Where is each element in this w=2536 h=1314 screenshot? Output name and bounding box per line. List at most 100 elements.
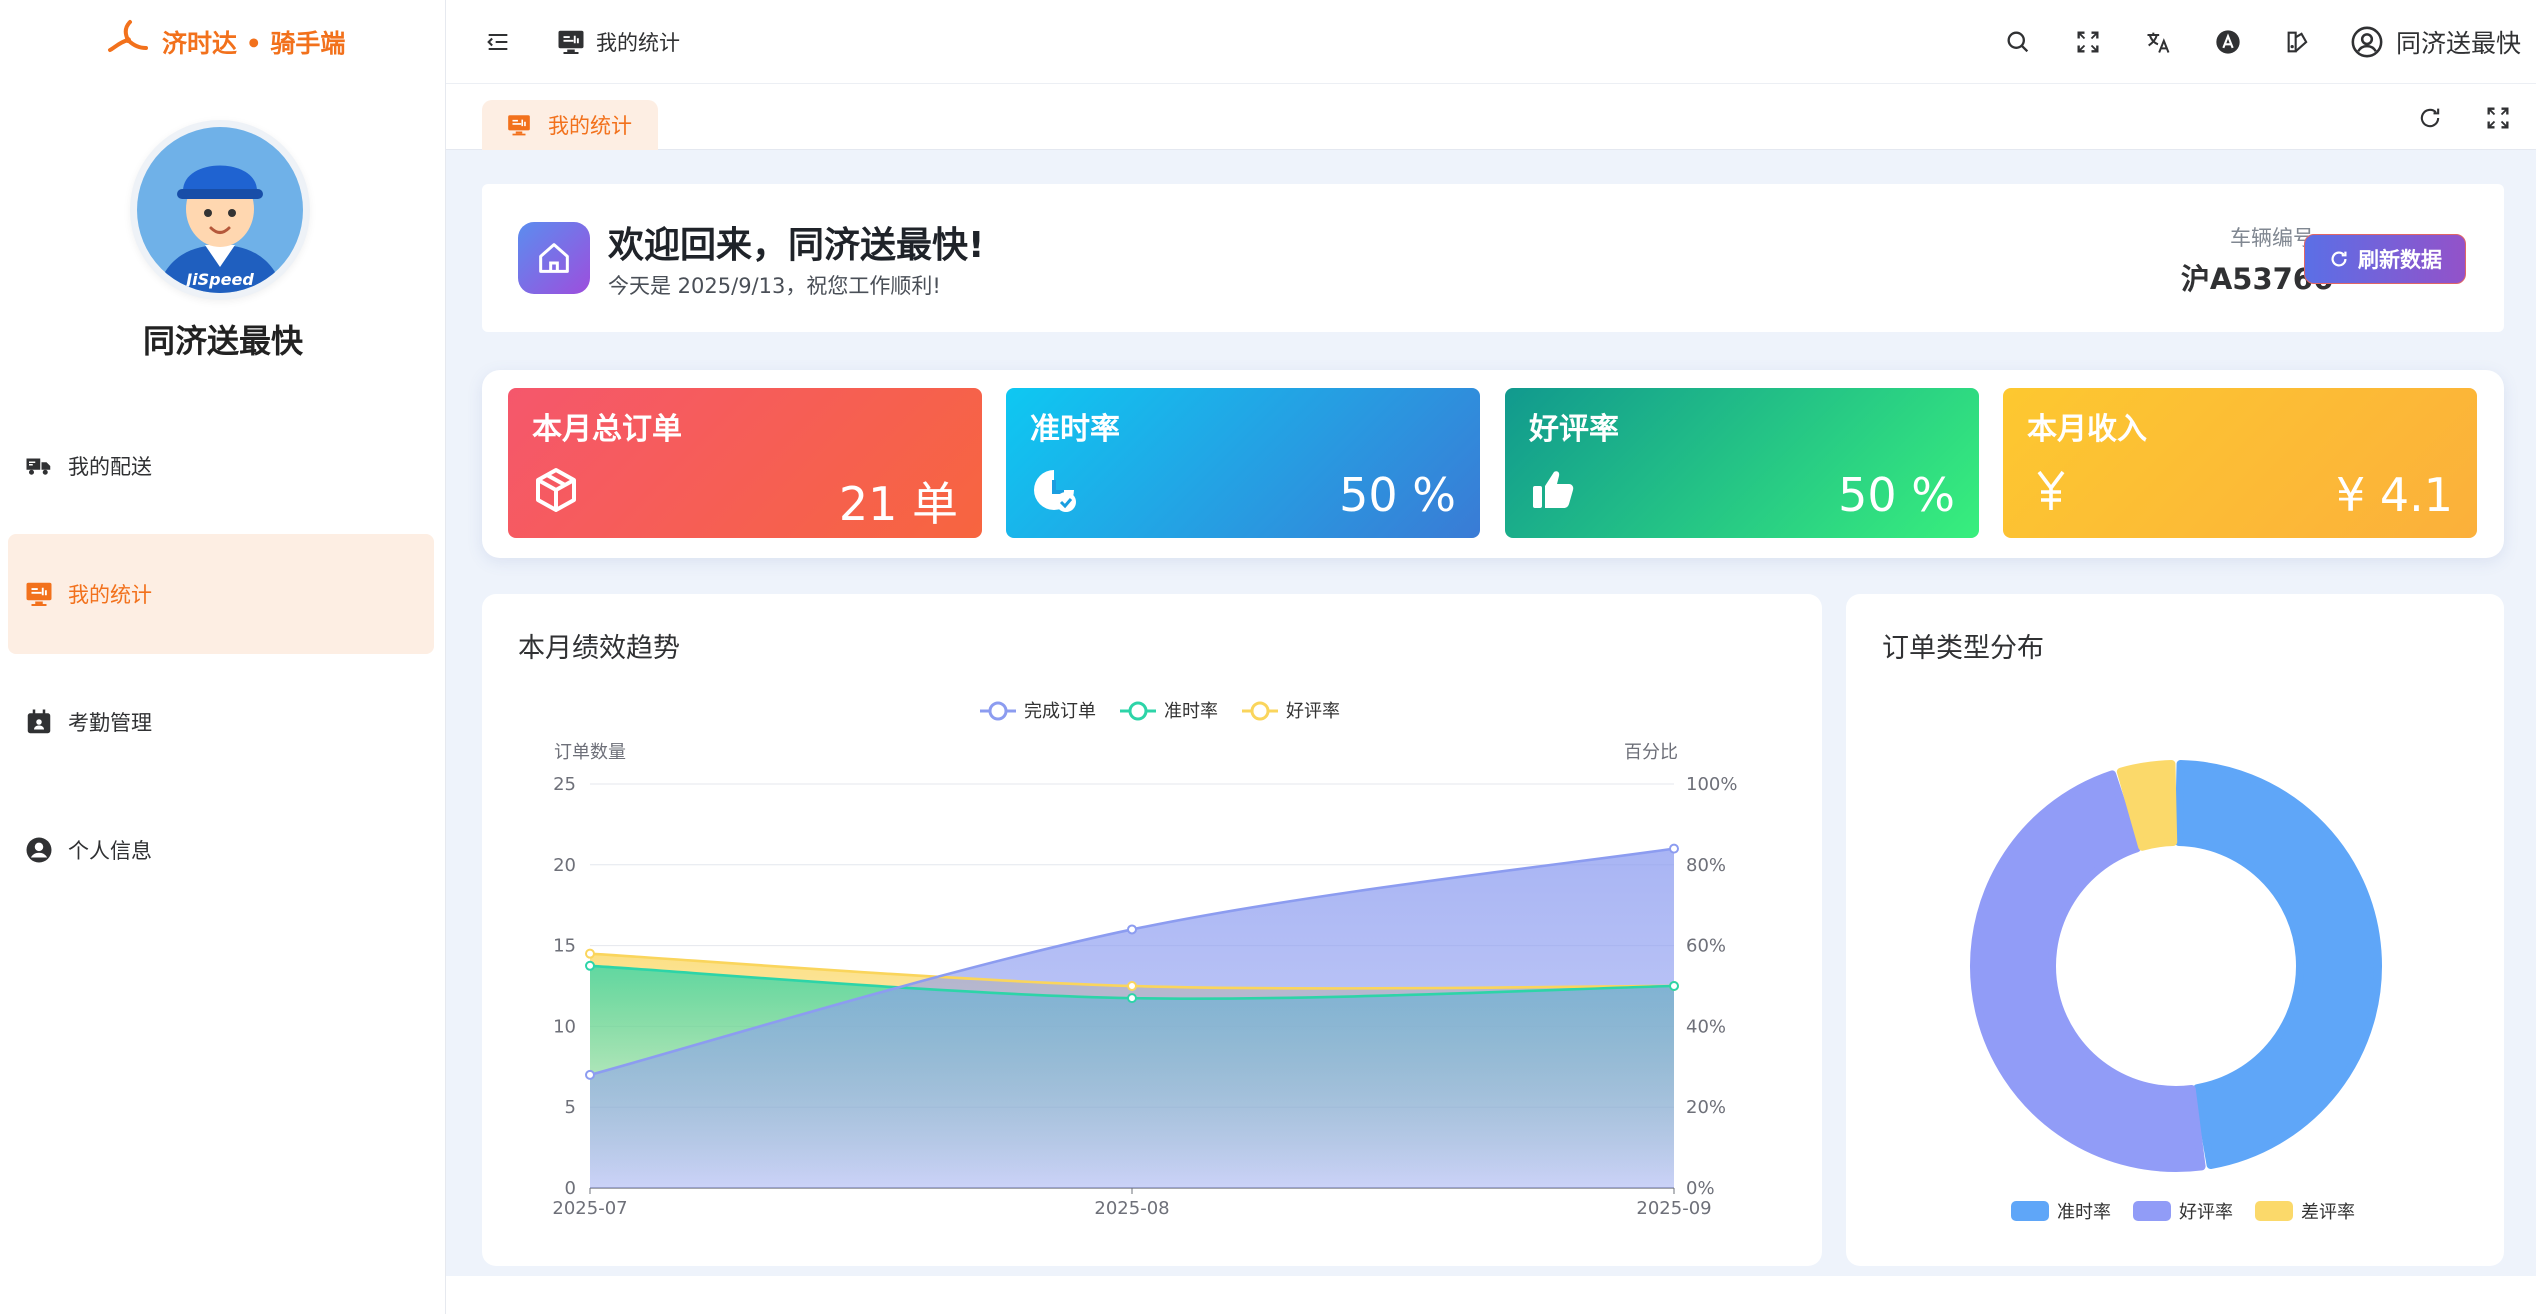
legend-marker [1128,701,1148,721]
user-circle-icon [2351,26,2383,58]
monitor-chart-icon [558,30,584,54]
y2-tick-label: 60% [1686,936,1726,957]
clock-check-icon [1034,470,1076,512]
stat-value: 50 % [1838,468,1955,522]
legend-label: 完成订单 [1024,701,1096,722]
sidebar-item-label: 我的配送 [68,455,152,479]
fullscreen-icon [2077,31,2099,53]
menu-fold-icon [487,33,508,51]
tab-fullscreen-button[interactable] [2480,100,2516,136]
translate-button[interactable] [2140,24,2176,60]
font-a-icon [2216,30,2240,54]
y2-tick-label: 40% [1686,1016,1726,1037]
theme-icon [2287,31,2308,53]
legend-item: 好评率 [2133,1201,2233,1223]
legend-item: 完成订单 [980,701,1096,722]
stat-value: ¥ 4.1 [2335,468,2453,522]
header-user-menu[interactable]: 同济送最快 [2350,22,2521,62]
y-tick-label: 25 [553,774,576,795]
sidebar: 济时达 • 骑手端 JiSpeed 同济送最快 我的配送 我的统计 考勤管理 个… [0,0,446,1314]
y2-tick-label: 100% [1686,774,1737,795]
legend-label: 好评率 [2179,1202,2233,1223]
brand-name: 济时达 • 骑手端 [162,29,346,58]
sidebar-item-label: 考勤管理 [68,711,152,735]
order-distribution-chart[interactable]: 准时率 好评率 差评率 [1846,594,2504,1266]
order-distribution-card: 订单类型分布 准时率 好评率 差评率 [1846,594,2504,1266]
sidebar-item-label: 我的统计 [68,583,152,607]
y-tick-label: 0 [565,1178,576,1199]
monitor-chart-icon [26,582,52,606]
breadcrumb[interactable]: 我的统计 [556,24,680,60]
x-tick-label: 2025-08 [1094,1198,1169,1219]
stat-card-orders[interactable]: 本月总订单 21 单 [508,388,982,538]
stat-label: 好评率 [1529,412,1619,447]
legend-label: 准时率 [2057,1202,2111,1223]
attendance-calendar-icon [27,709,51,734]
stats-panel: 本月总订单 21 单 准时率 50 % 好评率 50 % 本月收入 ¥ 4.1 [482,370,2504,558]
header-user-name: 同济送最快 [2396,29,2522,58]
stat-label: 本月收入 [2027,412,2147,447]
data-point [585,948,595,959]
sidebar-item-profile[interactable]: 个人信息 [8,790,434,910]
y-tick-label: 15 [553,936,576,957]
stat-label: 准时率 [1030,412,1120,447]
y-axis-label: 订单数量 [554,742,626,763]
top-header: 我的统计 同济送最快 [446,0,2536,84]
data-point [585,960,595,971]
y-tick-label: 5 [565,1097,576,1118]
welcome-card: 欢迎回来，同济送最快! 今天是 2025/9/13，祝您工作顺利! 车辆编号 沪… [482,184,2504,332]
stat-card-income[interactable]: 本月收入 ¥ 4.1 [2003,388,2477,538]
fullscreen-icon [2487,107,2509,129]
tab-label: 我的统计 [548,114,632,138]
legend-item: 准时率 [2011,1201,2111,1223]
theme-button[interactable] [2280,24,2316,60]
brand[interactable]: 济时达 • 骑手端 [104,18,345,66]
tab-my-stats[interactable]: 我的统计 [482,100,658,150]
fullscreen-button[interactable] [2070,24,2106,60]
data-point [1127,993,1137,1004]
monitor-chart-icon [508,115,530,136]
stat-card-rating[interactable]: 好评率 50 % [1505,388,1979,538]
y2-axis-label: 百分比 [1624,742,1678,763]
data-point [1127,981,1137,991]
pie-slice [2174,760,2382,1170]
stat-card-ontime[interactable]: 准时率 50 % [1006,388,1480,538]
performance-trend-chart[interactable]: 0 0% 5 20% 10 40% 15 60% 20 80% 25 100% 订单数量 百分比 2025-… [482,594,1822,1266]
legend-label: 好评率 [1286,701,1340,722]
sidebar-user-name: 同济送最快 [142,322,303,360]
font-size-button[interactable] [2210,24,2246,60]
search-icon [2007,31,2029,53]
refresh-data-button[interactable]: 刷新数据 [2304,234,2466,284]
tabs-bar: 我的统计 [446,84,2536,150]
brand-logo-icon [108,20,148,52]
sidebar-item-stats[interactable]: 我的统计 [8,534,434,654]
welcome-title: 欢迎回来，同济送最快! [608,225,985,266]
y-tick-label: 20 [553,855,576,876]
legend-swatch [2133,1201,2171,1221]
y2-tick-label: 80% [1686,855,1726,876]
legend-label: 准时率 [1164,701,1218,722]
data-point [1127,924,1137,935]
stat-value: 50 % [1339,468,1456,522]
stat-label: 本月总订单 [532,412,682,447]
yen-icon [2037,470,2065,510]
delivery-truck-icon [26,458,51,475]
footer-strip [446,1276,2536,1314]
legend-item: 准时率 [1120,701,1218,722]
avatar[interactable]: JiSpeed [130,120,310,300]
welcome-date: 今天是 2025/9/13，祝您工作顺利! [608,274,941,298]
y-tick-label: 10 [553,1016,576,1037]
refresh-icon [2331,251,2347,267]
y2-tick-label: 20% [1686,1097,1726,1118]
refresh-icon [2420,108,2440,128]
sidebar-item-attendance[interactable]: 考勤管理 [8,662,434,782]
thumbs-up-icon [1533,471,1574,508]
search-button[interactable] [2000,24,2036,60]
breadcrumb-label: 我的统计 [596,31,680,55]
sidebar-item-delivery[interactable]: 我的配送 [8,406,434,526]
data-point [585,1069,595,1080]
data-point [1669,843,1679,854]
user-circle-icon [26,837,52,863]
reload-tab-button[interactable] [2412,100,2448,136]
menu-fold-button[interactable] [480,24,516,60]
